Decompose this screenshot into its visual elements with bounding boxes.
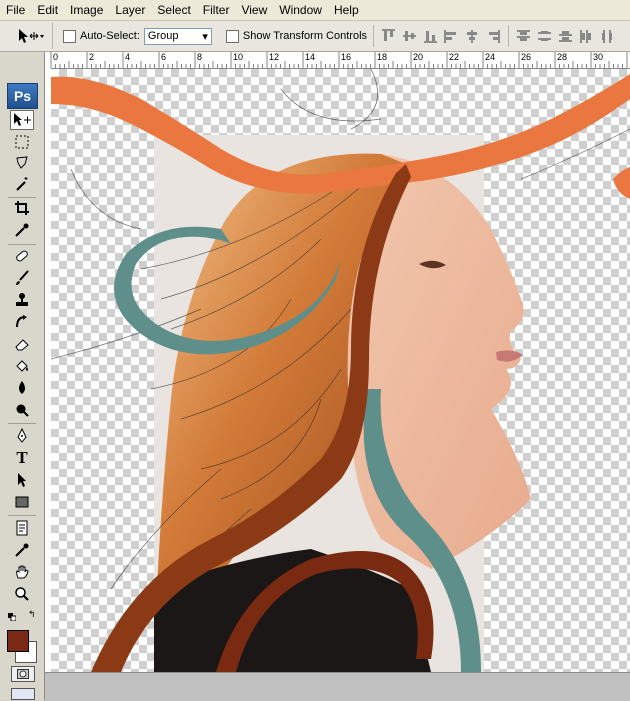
toolbox-separator-3 — [8, 423, 36, 424]
clone-stamp-icon[interactable] — [10, 290, 34, 310]
show-transform-label: Show Transform Controls — [242, 30, 368, 42]
menu-select[interactable]: Select — [151, 0, 196, 20]
menu-file[interactable]: File — [0, 0, 31, 20]
marquee-tool-icon[interactable] — [10, 132, 34, 152]
history-brush-icon[interactable] — [10, 312, 34, 332]
align-right-icon[interactable] — [485, 28, 502, 45]
orange-ribbon-shape — [51, 74, 630, 194]
ruler-label: 28 — [557, 52, 568, 62]
shape-tool-icon[interactable] — [10, 492, 34, 512]
eyedropper-icon[interactable] — [10, 220, 34, 240]
move-tool-icon[interactable] — [10, 110, 34, 130]
magic-wand-icon[interactable] — [10, 174, 34, 194]
eraser-icon[interactable] — [10, 334, 34, 354]
menu-image[interactable]: Image — [64, 0, 109, 20]
artwork — [51, 69, 630, 672]
menu-edit[interactable]: Edit — [31, 0, 64, 20]
blur-tool-icon[interactable] — [10, 378, 34, 398]
ruler-label: 8 — [197, 52, 203, 62]
ruler-label: 12 — [269, 52, 280, 62]
dodge-tool-icon[interactable] — [10, 400, 34, 420]
pen-tool-icon[interactable] — [10, 426, 34, 446]
status-bar — [45, 672, 630, 701]
eyedropper2-icon[interactable] — [10, 540, 34, 560]
ruler-label: 10 — [233, 52, 244, 62]
ruler-label: 22 — [449, 52, 460, 62]
foreground-color-swatch[interactable] — [7, 630, 29, 652]
healing-brush-icon[interactable] — [10, 246, 34, 266]
auto-select-check[interactable] — [63, 29, 76, 43]
move-tool-icon — [19, 29, 44, 43]
show-transform-check[interactable] — [225, 29, 239, 43]
orange-ribbon-tip — [613, 167, 630, 199]
ruler-label: 24 — [485, 52, 496, 62]
distribute-bottom-icon[interactable] — [557, 28, 574, 45]
distribute-hcenter-icon[interactable] — [599, 28, 616, 45]
auto-select-dropdown[interactable]: Group ▾ — [143, 27, 212, 45]
zoom-tool-icon[interactable] — [10, 584, 34, 604]
ruler-horizontal[interactable]: 0 2 4 6 8 10 12 14 16 18 20 22 24 26 28 … — [45, 52, 630, 69]
options-separator-2 — [508, 25, 510, 47]
tool-preset-picker[interactable] — [8, 23, 53, 49]
ruler-label: 0 — [53, 52, 59, 62]
ruler-label: 18 — [377, 52, 388, 62]
menu-layer[interactable]: Layer — [109, 0, 151, 20]
brush-tool-icon[interactable] — [10, 268, 34, 288]
align-vcenter-icon[interactable] — [401, 28, 418, 45]
crop-tool-icon[interactable] — [10, 198, 34, 218]
align-hcenter-icon[interactable] — [464, 28, 481, 45]
toolbox-separator-4 — [8, 515, 36, 516]
distribute-buttons — [515, 28, 616, 45]
default-colors-icon[interactable] — [8, 610, 17, 622]
menu-window[interactable]: Window — [273, 0, 328, 20]
show-transform-checkbox[interactable]: Show Transform Controls — [225, 29, 368, 43]
ruler-label: 2 — [89, 52, 95, 62]
options-bar: Auto-Select: Group ▾ Show Transform Cont… — [0, 21, 630, 52]
swap-colors-icon[interactable]: ↰ — [28, 609, 38, 619]
ruler-label: 16 — [341, 52, 352, 62]
menu-bar: File Edit Image Layer Select Filter View… — [0, 0, 630, 21]
align-top-icon[interactable] — [380, 28, 397, 45]
lasso-tool-icon[interactable] — [10, 153, 34, 173]
notes-tool-icon[interactable] — [10, 518, 34, 538]
toolbox: Ps T ↰ — [0, 52, 45, 700]
menu-filter[interactable]: Filter — [197, 0, 236, 20]
ruler-label: 30 — [593, 52, 604, 62]
ruler-label: 14 — [305, 52, 316, 62]
menu-view[interactable]: View — [235, 0, 273, 20]
paint-bucket-icon[interactable] — [10, 356, 34, 376]
menu-help[interactable]: Help — [328, 0, 365, 20]
auto-select-value: Group — [147, 30, 179, 42]
hand-tool-icon[interactable] — [10, 562, 34, 582]
screen-mode-icon[interactable] — [11, 688, 35, 700]
options-separator — [373, 25, 375, 47]
ruler-label: 26 — [521, 52, 532, 62]
ruler-label: 4 — [125, 52, 131, 62]
path-selection-icon[interactable] — [10, 470, 34, 490]
align-bottom-icon[interactable] — [422, 28, 439, 45]
ruler-ticks — [50, 52, 628, 68]
align-buttons — [380, 28, 502, 45]
ps-logo: Ps — [7, 83, 38, 109]
distribute-top-icon[interactable] — [515, 28, 532, 45]
auto-select-label: Auto-Select: — [80, 30, 140, 42]
ruler-label: 20 — [413, 52, 424, 62]
ruler-label: 6 — [161, 52, 167, 62]
toolbox-separator-2 — [8, 244, 36, 245]
auto-select-checkbox[interactable]: Auto-Select: — [63, 29, 140, 43]
type-tool-icon[interactable]: T — [10, 448, 34, 468]
distribute-vcenter-icon[interactable] — [536, 28, 553, 45]
quick-mask-icon[interactable] — [11, 666, 35, 682]
align-left-icon[interactable] — [443, 28, 460, 45]
distribute-left-icon[interactable] — [578, 28, 595, 45]
chevron-down-icon: ▾ — [202, 30, 208, 43]
canvas[interactable] — [51, 69, 630, 672]
